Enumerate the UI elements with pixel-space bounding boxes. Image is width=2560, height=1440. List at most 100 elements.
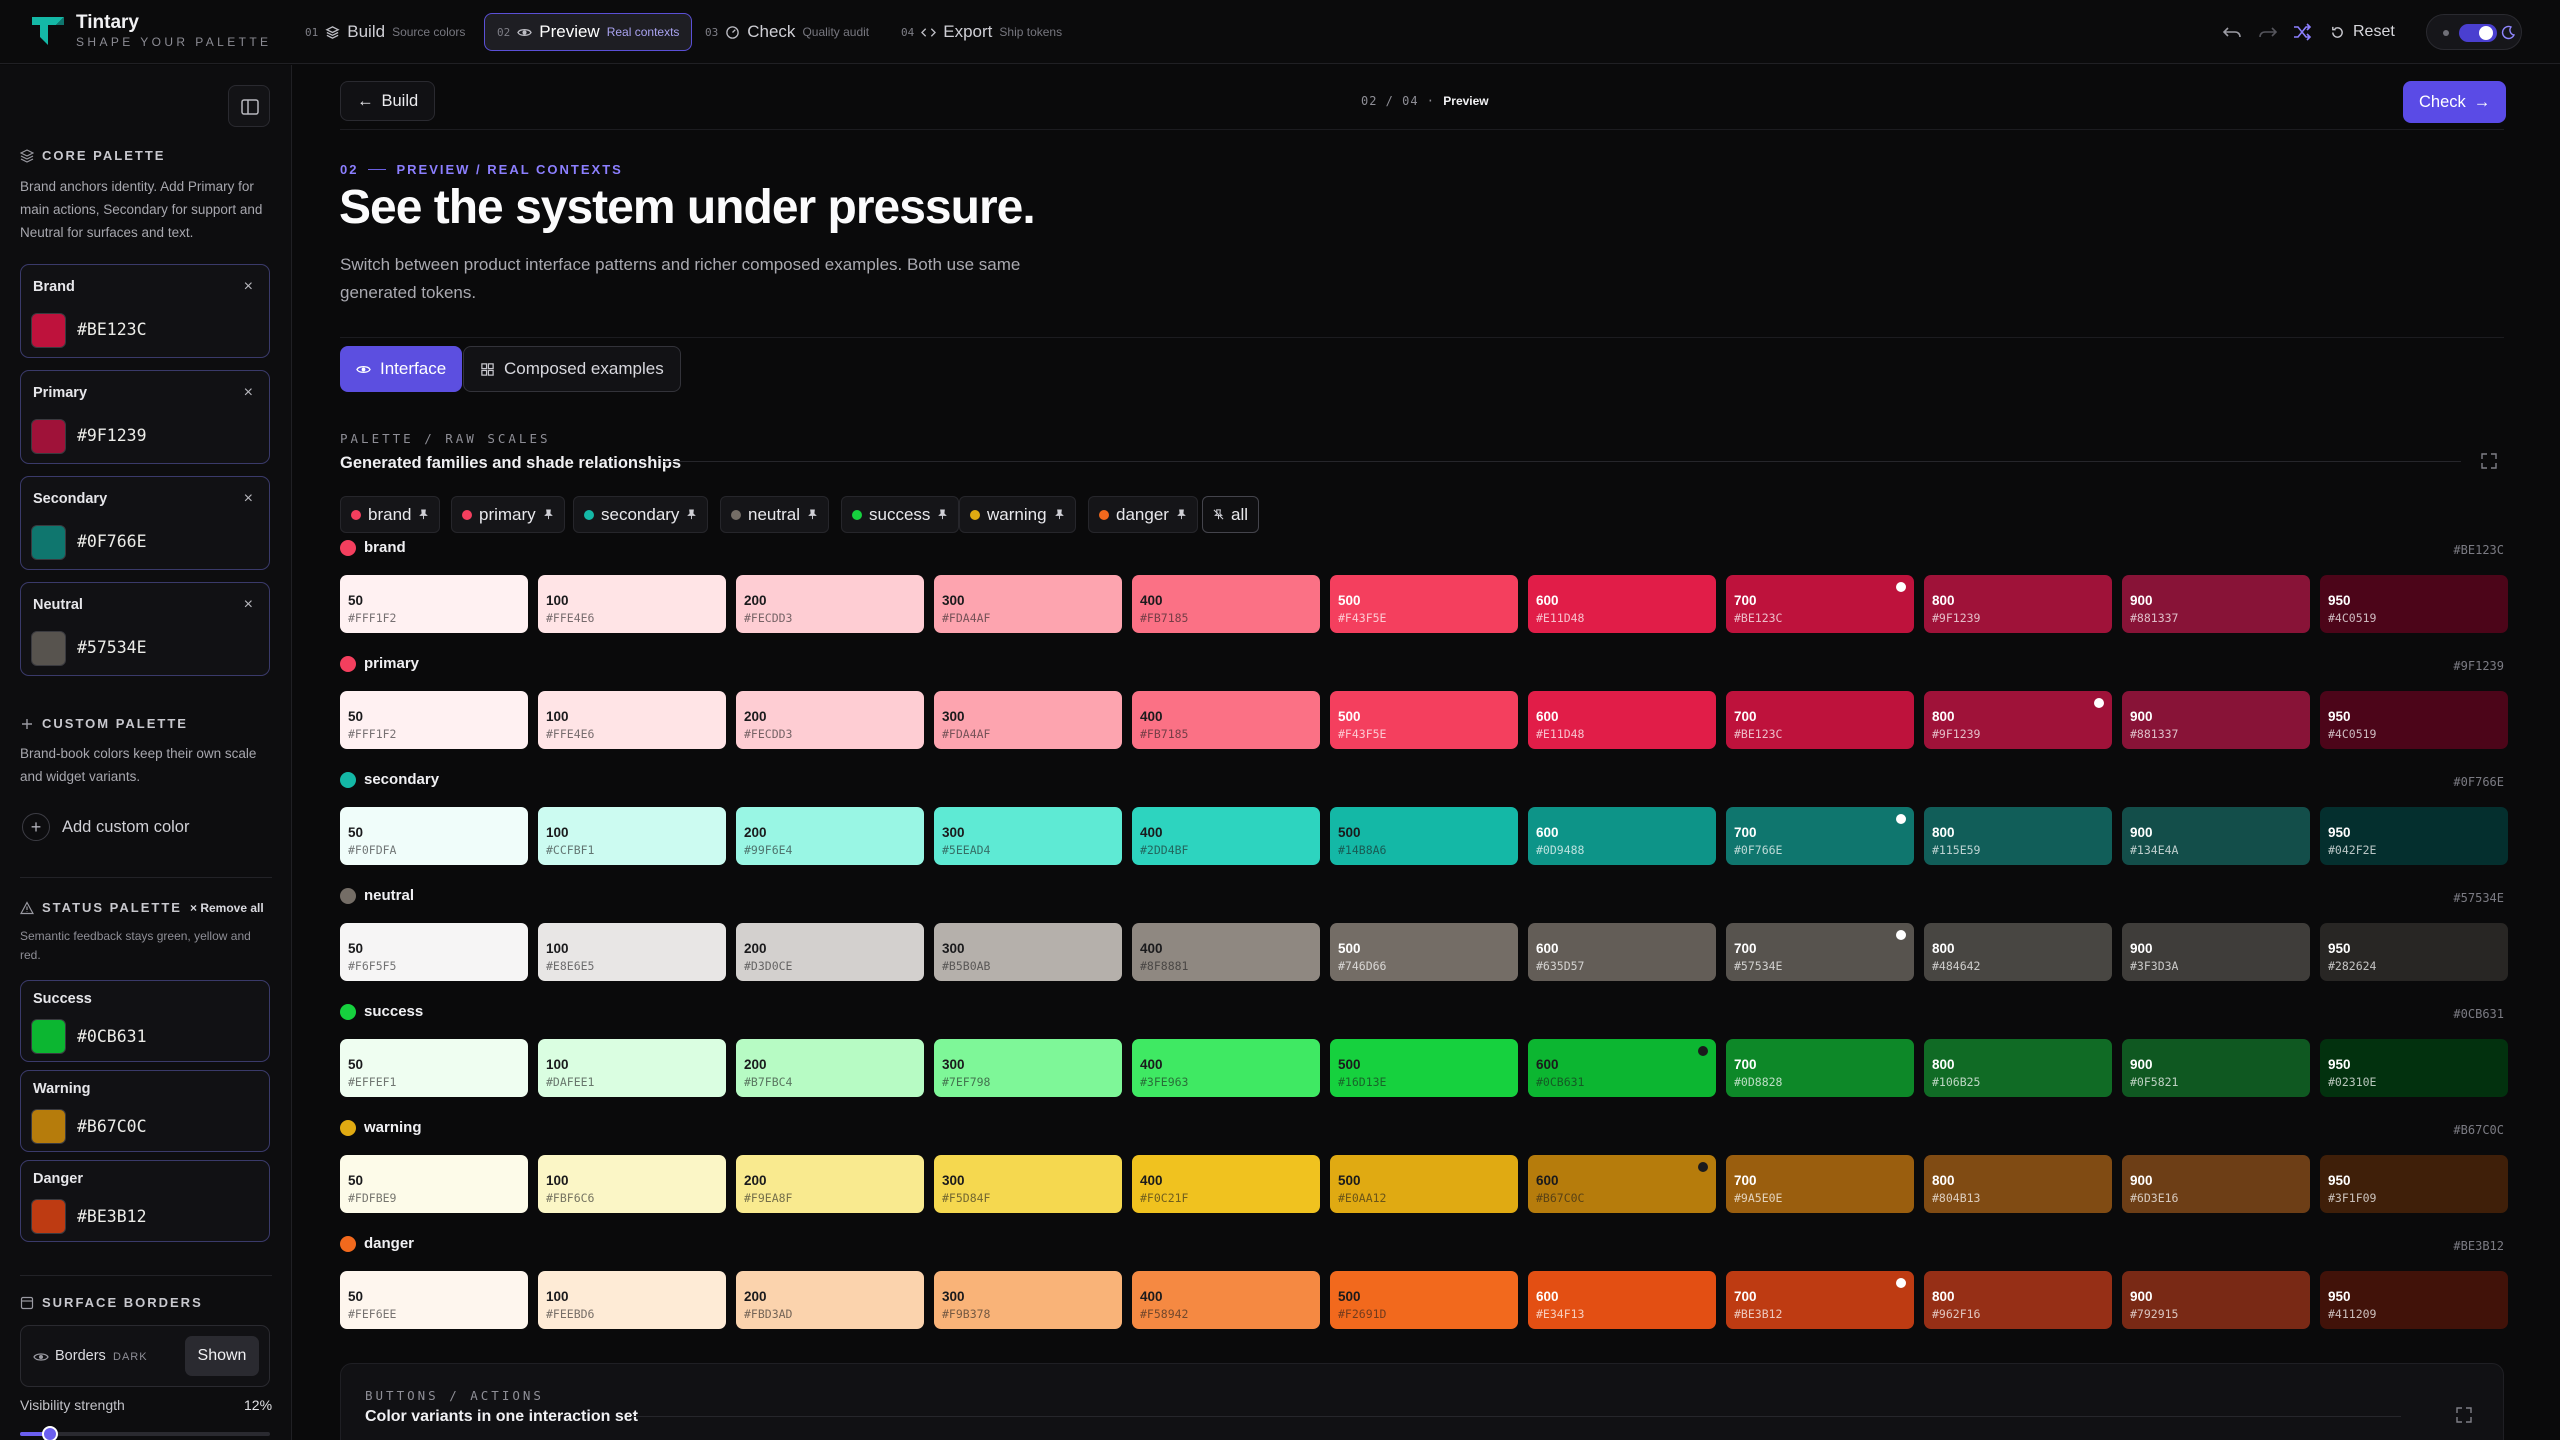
swatch-brand-700[interactable]: 700 #BE123C: [1726, 575, 1914, 633]
swatch-neutral-400[interactable]: 400 #8F8881: [1132, 923, 1320, 981]
swatch-danger-500[interactable]: 500 #F2691D: [1330, 1271, 1518, 1329]
remove-all-button[interactable]: × Remove all: [190, 901, 264, 915]
swatch-success-800[interactable]: 800 #106B25: [1924, 1039, 2112, 1097]
swatch-primary-500[interactable]: 500 #F43F5E: [1330, 691, 1518, 749]
swatch-warning-400[interactable]: 400 #F0C21F: [1132, 1155, 1320, 1213]
swatch-success-700[interactable]: 700 #0D8828: [1726, 1039, 1914, 1097]
filter-chip-brand[interactable]: brand: [340, 496, 441, 533]
color-swatch[interactable]: [31, 313, 66, 348]
expand-icon[interactable]: [2480, 452, 2498, 470]
step-build[interactable]: 01 Build Source colors: [292, 13, 478, 51]
swatch-brand-200[interactable]: 200 #FECDD3: [736, 575, 924, 633]
swatch-danger-900[interactable]: 900 #792915: [2122, 1271, 2310, 1329]
visibility-strength-slider[interactable]: [20, 1426, 270, 1440]
theme-toggle[interactable]: [2426, 14, 2522, 50]
remove-color-button[interactable]: ×: [244, 596, 253, 614]
remove-color-button[interactable]: ×: [244, 278, 253, 296]
core-color-primary[interactable]: Primary × #9F1239: [20, 370, 270, 464]
swatch-primary-200[interactable]: 200 #FECDD3: [736, 691, 924, 749]
swatch-primary-700[interactable]: 700 #BE123C: [1726, 691, 1914, 749]
swatch-neutral-900[interactable]: 900 #3F3D3A: [2122, 923, 2310, 981]
swatch-danger-50[interactable]: 50 #FEF6EE: [340, 1271, 528, 1329]
step-preview[interactable]: 02 Preview Real contexts: [484, 13, 693, 51]
filter-chip-warning[interactable]: warning: [959, 496, 1076, 533]
swatch-brand-500[interactable]: 500 #F43F5E: [1330, 575, 1518, 633]
step-check[interactable]: 03 Check Quality audit: [692, 13, 882, 51]
swatch-neutral-700[interactable]: 700 #57534E: [1726, 923, 1914, 981]
swatch-secondary-50[interactable]: 50 #F0FDFA: [340, 807, 528, 865]
remove-color-button[interactable]: ×: [244, 490, 253, 508]
color-hex-input[interactable]: #BE123C: [77, 320, 147, 339]
swatch-brand-600[interactable]: 600 #E11D48: [1528, 575, 1716, 633]
filter-chip-success[interactable]: success: [841, 496, 960, 533]
color-hex-input[interactable]: #57534E: [77, 638, 147, 657]
swatch-warning-500[interactable]: 500 #E0AA12: [1330, 1155, 1518, 1213]
swatch-danger-600[interactable]: 600 #E34F13: [1528, 1271, 1716, 1329]
redo-icon[interactable]: [2258, 22, 2278, 42]
undo-icon[interactable]: [2222, 22, 2242, 42]
swatch-warning-800[interactable]: 800 #804B13: [1924, 1155, 2112, 1213]
swatch-primary-300[interactable]: 300 #FDA4AF: [934, 691, 1122, 749]
swatch-success-50[interactable]: 50 #EFFEF1: [340, 1039, 528, 1097]
swatch-danger-200[interactable]: 200 #FBD3AD: [736, 1271, 924, 1329]
core-color-neutral[interactable]: Neutral × #57534E: [20, 582, 270, 676]
swatch-secondary-950[interactable]: 950 #042F2E: [2320, 807, 2508, 865]
swatch-primary-900[interactable]: 900 #881337: [2122, 691, 2310, 749]
color-hex-input[interactable]: #9F1239: [77, 426, 147, 445]
swatch-warning-700[interactable]: 700 #9A5E0E: [1726, 1155, 1914, 1213]
swatch-warning-100[interactable]: 100 #FBF6C6: [538, 1155, 726, 1213]
swatch-brand-800[interactable]: 800 #9F1239: [1924, 575, 2112, 633]
color-hex-input[interactable]: #0CB631: [77, 1027, 147, 1046]
swatch-primary-100[interactable]: 100 #FFE4E6: [538, 691, 726, 749]
swatch-success-200[interactable]: 200 #B7FBC4: [736, 1039, 924, 1097]
swatch-warning-950[interactable]: 950 #3F1F09: [2320, 1155, 2508, 1213]
color-swatch[interactable]: [31, 1199, 66, 1234]
swatch-neutral-50[interactable]: 50 #F6F5F5: [340, 923, 528, 981]
swatch-brand-900[interactable]: 900 #881337: [2122, 575, 2310, 633]
swatch-secondary-400[interactable]: 400 #2DD4BF: [1132, 807, 1320, 865]
swatch-brand-300[interactable]: 300 #FDA4AF: [934, 575, 1122, 633]
swatch-success-400[interactable]: 400 #3FE963: [1132, 1039, 1320, 1097]
filter-chip-secondary[interactable]: secondary: [573, 496, 709, 533]
swatch-danger-400[interactable]: 400 #F58942: [1132, 1271, 1320, 1329]
remove-color-button[interactable]: ×: [244, 384, 253, 402]
swatch-brand-50[interactable]: 50 #FFF1F2: [340, 575, 528, 633]
color-swatch[interactable]: [31, 1109, 66, 1144]
status-color-success[interactable]: Success #0CB631: [20, 980, 270, 1062]
swatch-danger-300[interactable]: 300 #F9B378: [934, 1271, 1122, 1329]
filter-chip-all[interactable]: all: [1202, 496, 1260, 533]
expand-icon[interactable]: [2455, 1406, 2473, 1424]
swatch-neutral-200[interactable]: 200 #D3D0CE: [736, 923, 924, 981]
swatch-warning-900[interactable]: 900 #6D3E16: [2122, 1155, 2310, 1213]
swatch-danger-100[interactable]: 100 #FEEBD6: [538, 1271, 726, 1329]
swatch-success-100[interactable]: 100 #DAFEE1: [538, 1039, 726, 1097]
swatch-success-900[interactable]: 900 #0F5821: [2122, 1039, 2310, 1097]
swatch-warning-600[interactable]: 600 #B67C0C: [1528, 1155, 1716, 1213]
swatch-neutral-100[interactable]: 100 #E8E6E5: [538, 923, 726, 981]
swatch-neutral-800[interactable]: 800 #484642: [1924, 923, 2112, 981]
swatch-primary-50[interactable]: 50 #FFF1F2: [340, 691, 528, 749]
color-swatch[interactable]: [31, 525, 66, 560]
next-check-button[interactable]: Check →: [2403, 81, 2507, 123]
shuffle-icon[interactable]: [2292, 22, 2312, 42]
swatch-secondary-900[interactable]: 900 #134E4A: [2122, 807, 2310, 865]
core-color-brand[interactable]: Brand × #BE123C: [20, 264, 270, 358]
pin-icon[interactable]: [1054, 509, 1065, 520]
pin-icon[interactable]: [807, 509, 818, 520]
color-hex-input[interactable]: #B67C0C: [77, 1117, 147, 1136]
swatch-secondary-600[interactable]: 600 #0D9488: [1528, 807, 1716, 865]
slider-handle[interactable]: [42, 1426, 58, 1440]
swatch-brand-950[interactable]: 950 #4C0519: [2320, 575, 2508, 633]
swatch-primary-800[interactable]: 800 #9F1239: [1924, 691, 2112, 749]
swatch-success-950[interactable]: 950 #02310E: [2320, 1039, 2508, 1097]
status-color-danger[interactable]: Danger #BE3B12: [20, 1160, 270, 1242]
step-export[interactable]: 04 Export Ship tokens: [888, 13, 1075, 51]
color-hex-input[interactable]: #BE3B12: [77, 1207, 147, 1226]
swatch-secondary-500[interactable]: 500 #14B8A6: [1330, 807, 1518, 865]
swatch-secondary-300[interactable]: 300 #5EEAD4: [934, 807, 1122, 865]
tab-composed-examples[interactable]: Composed examples: [463, 346, 681, 392]
swatch-secondary-800[interactable]: 800 #115E59: [1924, 807, 2112, 865]
swatch-primary-600[interactable]: 600 #E11D48: [1528, 691, 1716, 749]
swatch-success-500[interactable]: 500 #16D13E: [1330, 1039, 1518, 1097]
swatch-primary-400[interactable]: 400 #FB7185: [1132, 691, 1320, 749]
